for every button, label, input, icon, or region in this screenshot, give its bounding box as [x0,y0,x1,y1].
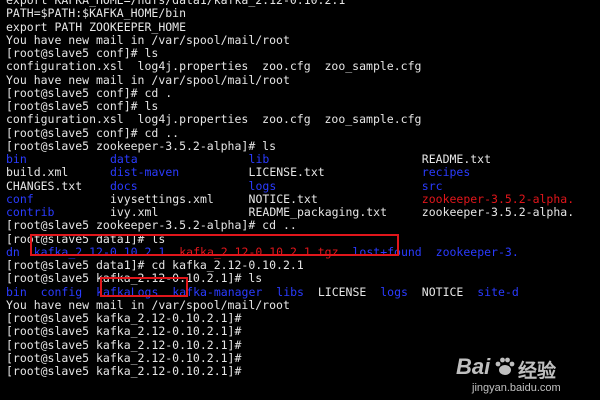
terminal-text: PATH=$PATH:$KAFKA_HOME/bin [6,6,187,21]
terminal-directory-entry: lost+found [352,244,422,259]
terminal-directory-entry: kafka_2.12-0.10.2.1 [33,244,166,259]
terminal-directory-entry: bin [6,284,27,299]
terminal-text: You have new mail in /var/spool/mail/roo… [6,72,290,87]
terminal-text: [root@slave5 zookeeper-3.5.2-alpha]# cd … [6,218,297,233]
terminal-directory-entry: contrib [6,205,55,219]
terminal-directory-entry: dn [6,244,20,259]
terminal-directory-entry: config [40,284,83,299]
terminal-text: You have new mail in /var/spool/mail/roo… [6,32,290,47]
terminal-text: README.txt [421,152,492,166]
terminal-text: [root@slave5 zookeeper-3.5.2-alpha]# ls [6,138,277,153]
terminal-text: [root@slave5 kafka_2.12-0.10.2.1]# [6,337,242,352]
terminal-archive-entry: zookeeper-3.5.2-alpha. [421,191,575,206]
terminal-text: ivy.xml [109,205,159,219]
terminal-directory-entry: conf [6,191,34,206]
terminal-text: ivysettings.xml [109,191,214,206]
terminal-text: export PATH ZOOKEEPER_HOME [6,19,187,34]
terminal-text: [root@slave5 kafka_2.12-0.10.2.1]# [6,324,242,339]
terminal-directory-entry: dist-maven [109,165,180,180]
terminal-window[interactable]: export KAFKA_HOME=/hdfs/data1/kafka_2.12… [0,0,600,400]
terminal-directory-entry: kafkaLogs [96,284,159,299]
terminal-text: [root@slave5 conf]# cd . [6,85,173,100]
terminal-text: zookeeper-3.5.2-alpha. [421,205,575,219]
terminal-text: [root@slave5 conf]# ls [6,46,159,60]
terminal-directory-entry: src [421,178,443,193]
terminal-directory-entry: logs [248,178,277,193]
terminal-text: [root@slave5 kafka_2.12-0.10.2.1]# ls [6,271,263,286]
terminal-directory-entry: site-d [477,284,519,299]
terminal-text: README_packaging.txt [248,205,388,219]
terminal-text: CHANGES.txt [6,178,83,193]
terminal-directory-entry: data [109,152,138,166]
terminal-text: [root@slave5 kafka_2.12-0.10.2.1]# [6,350,242,365]
terminal-text: [root@slave5 conf]# ls [6,99,159,113]
terminal-text: You have new mail in /var/spool/mail/roo… [6,297,290,312]
terminal-text: [root@slave5 kafka_2.12-0.10.2.1]# [6,364,242,378]
terminal-text: configuration.xsl log4j.properties zoo.c… [6,59,422,74]
terminal-directory-entry: recipes [421,165,471,180]
terminal-text: [root@slave5 kafka_2.12-0.10.2.1]# [6,311,242,325]
terminal-text: [root@slave5 conf]# cd .. [6,125,180,140]
terminal-directory-entry: zookeeper-3. [435,244,519,259]
terminal-directory-entry: bin [6,152,27,166]
terminal-text: NOTICE.txt [248,191,318,206]
terminal-directory-entry: libs [276,284,304,299]
terminal-text: [root@slave5 data1]# ls [6,231,166,246]
terminal-text: configuration.xsl log4j.properties zoo.c… [6,112,422,127]
terminal-text: [root@slave5 data1]# cd kafka_2.12-0.10.… [6,258,304,272]
terminal-archive-entry: kafka_2.12-0.10.2.1.tgz [179,244,339,259]
terminal-text: LICENSE.txt [248,165,325,180]
terminal-directory-entry: lib [248,152,270,166]
terminal-directory-entry: docs [109,178,138,193]
terminal-directory-entry: kafka-manager [172,284,263,299]
terminal-text: NOTICE [421,284,464,299]
terminal-text: LICENSE [317,284,367,299]
terminal-directory-entry: logs [380,284,408,299]
terminal-text: build.xml [6,165,69,180]
